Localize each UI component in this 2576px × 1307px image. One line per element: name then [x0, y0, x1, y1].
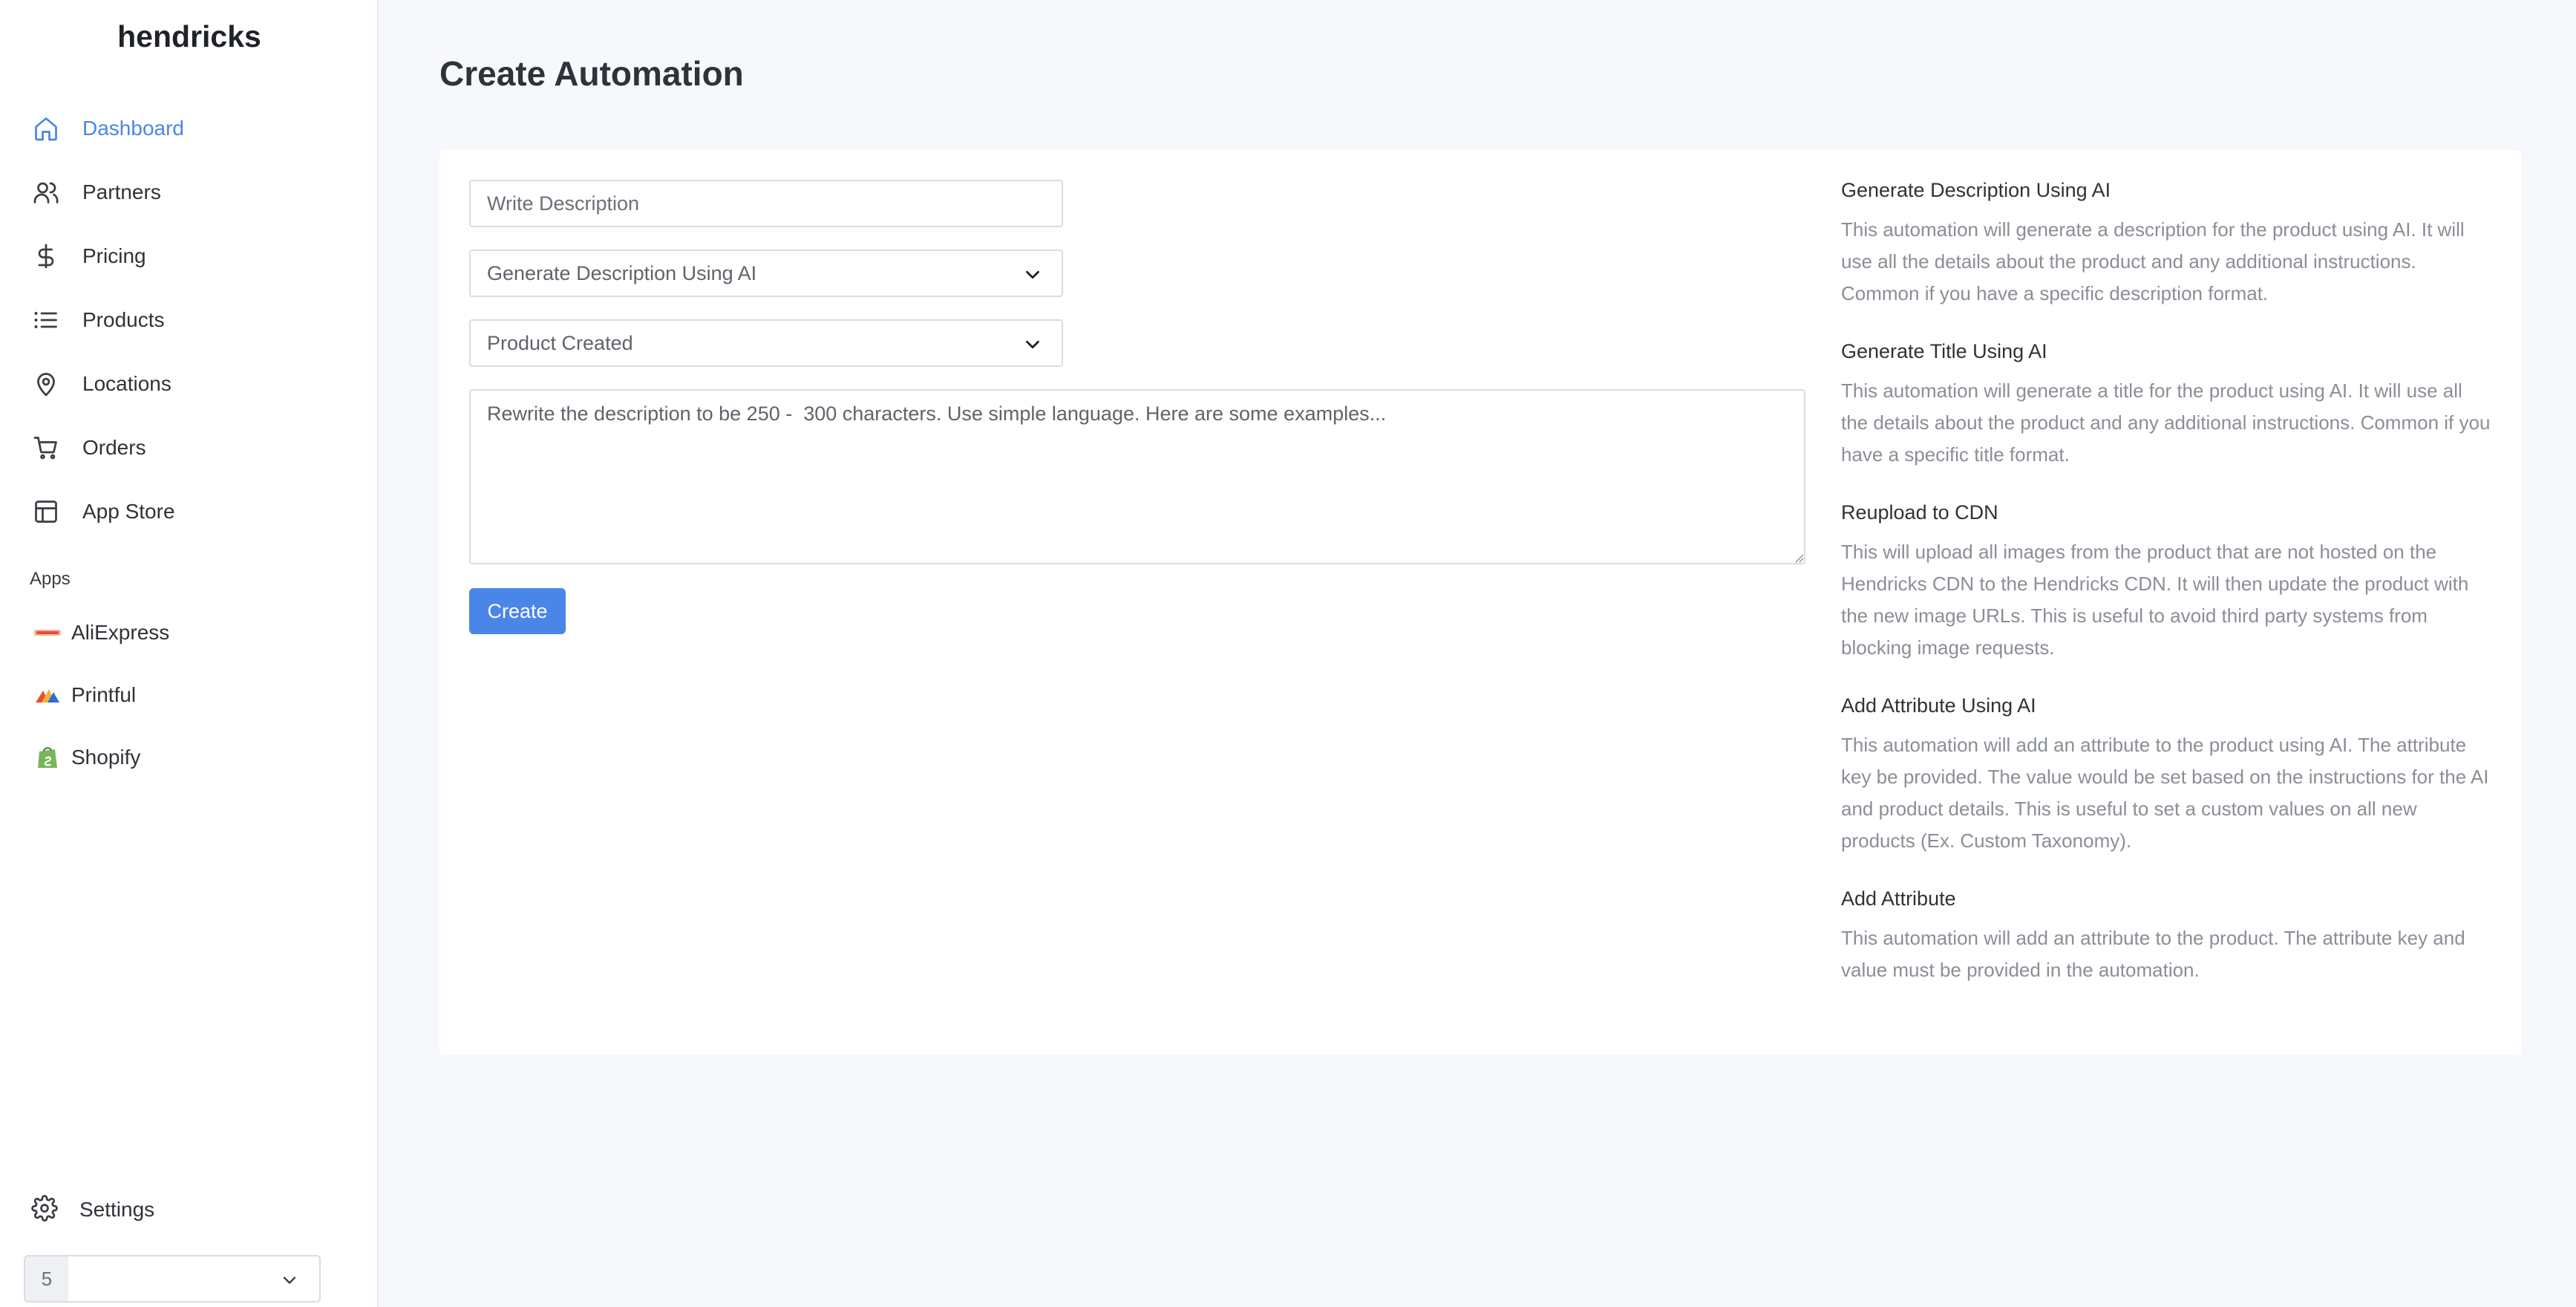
sidebar-item-label: Dashboard	[82, 117, 184, 140]
sidebar-item-label: Orders	[82, 436, 146, 459]
sidebar-item-app-store[interactable]: App Store	[0, 480, 379, 544]
sidebar-app-label: Shopify	[71, 746, 141, 769]
layout-icon	[31, 497, 61, 527]
doc-title: Add Attribute Using AI	[1841, 694, 2036, 717]
sidebar-item-locations[interactable]: Locations	[0, 352, 379, 416]
apps-list: AliExpress Printful Shopify	[0, 602, 379, 789]
sidebar-item-label: Products	[82, 308, 165, 331]
doc-text: This automation will add an attribute to…	[1841, 734, 2489, 852]
sidebar-item-pricing[interactable]: Pricing	[0, 224, 379, 288]
sidebar-item-label: App Store	[82, 500, 175, 523]
gear-icon	[31, 1194, 58, 1225]
sidebar: hendricks Dashboard Partners Pricing Pro…	[0, 0, 379, 1307]
printful-logo	[33, 680, 62, 710]
chevron-down-icon	[279, 1270, 300, 1294]
sidebar-app-aliexpress[interactable]: AliExpress	[0, 602, 379, 664]
instructions-textarea[interactable]: Rewrite the description to be 250 - 300 …	[469, 389, 1805, 564]
automation-type-select[interactable]: Generate Description Using AI	[469, 250, 1063, 297]
doc-item: Reupload to CDN This will upload all ima…	[1841, 499, 2494, 664]
home-icon	[31, 114, 61, 143]
apps-section-label: Apps	[30, 569, 71, 589]
sidebar-nav: Dashboard Partners Pricing Products Loca…	[0, 97, 379, 544]
organization-badge: 5	[25, 1257, 68, 1301]
doc-title: Generate Description Using AI	[1841, 179, 2111, 201]
doc-text: This automation will generate a descript…	[1841, 218, 2465, 304]
doc-item: Generate Description Using AI This autom…	[1841, 177, 2494, 310]
sidebar-item-partners[interactable]: Partners	[0, 160, 379, 224]
users-icon	[31, 177, 61, 207]
doc-title: Reupload to CDN	[1841, 501, 1998, 524]
sidebar-item-label: Pricing	[82, 244, 146, 267]
description-field[interactable]	[469, 180, 1063, 227]
page-title: Create Automation	[439, 54, 744, 93]
trigger-select[interactable]: Product Created	[469, 319, 1063, 367]
sidebar-app-label: Printful	[71, 683, 137, 706]
resize-handle-icon[interactable]	[1792, 551, 1804, 567]
chevron-down-icon	[1021, 333, 1044, 361]
sidebar-item-label: Settings	[79, 1198, 155, 1221]
doc-text: This will upload all images from the pro…	[1841, 541, 2469, 659]
create-button[interactable]: Create	[469, 588, 566, 634]
automation-docs: Generate Description Using AI This autom…	[1841, 177, 2494, 1014]
sidebar-item-label: Partners	[82, 180, 161, 203]
doc-title: Add Attribute	[1841, 887, 1956, 910]
shopify-logo	[33, 743, 62, 772]
trigger-value: Product Created	[487, 331, 633, 354]
doc-text: This automation will generate a title fo…	[1841, 379, 2491, 466]
automation-type-value: Generate Description Using AI	[487, 261, 757, 284]
doc-item: Add Attribute This automation will add a…	[1841, 885, 2494, 986]
sidebar-item-settings[interactable]: Settings	[0, 1178, 379, 1242]
automation-form-card: Generate Description Using AI Product Cr…	[439, 150, 2521, 1055]
sidebar-app-label: AliExpress	[71, 621, 170, 644]
description-input[interactable]	[487, 181, 1062, 226]
sidebar-item-orders[interactable]: Orders	[0, 416, 379, 480]
doc-title: Generate Title Using AI	[1841, 340, 2047, 362]
sidebar-item-products[interactable]: Products	[0, 288, 379, 352]
aliexpress-logo	[33, 618, 62, 648]
doc-text: This automation will add an attribute to…	[1841, 927, 2465, 981]
cart-icon	[31, 433, 61, 463]
doc-item: Generate Title Using AI This automation …	[1841, 338, 2494, 471]
chevron-down-icon	[1021, 264, 1044, 291]
list-icon	[31, 305, 61, 335]
doc-item: Add Attribute Using AI This automation w…	[1841, 692, 2494, 857]
dollar-icon	[31, 241, 61, 271]
map-pin-icon	[31, 369, 61, 399]
sidebar-app-printful[interactable]: Printful	[0, 664, 379, 726]
sidebar-item-label: Locations	[82, 372, 171, 395]
organization-select[interactable]: 5	[24, 1255, 321, 1303]
brand-logo[interactable]: hendricks	[0, 19, 379, 54]
sidebar-app-shopify[interactable]: Shopify	[0, 726, 379, 789]
sidebar-item-dashboard[interactable]: Dashboard	[0, 97, 379, 160]
